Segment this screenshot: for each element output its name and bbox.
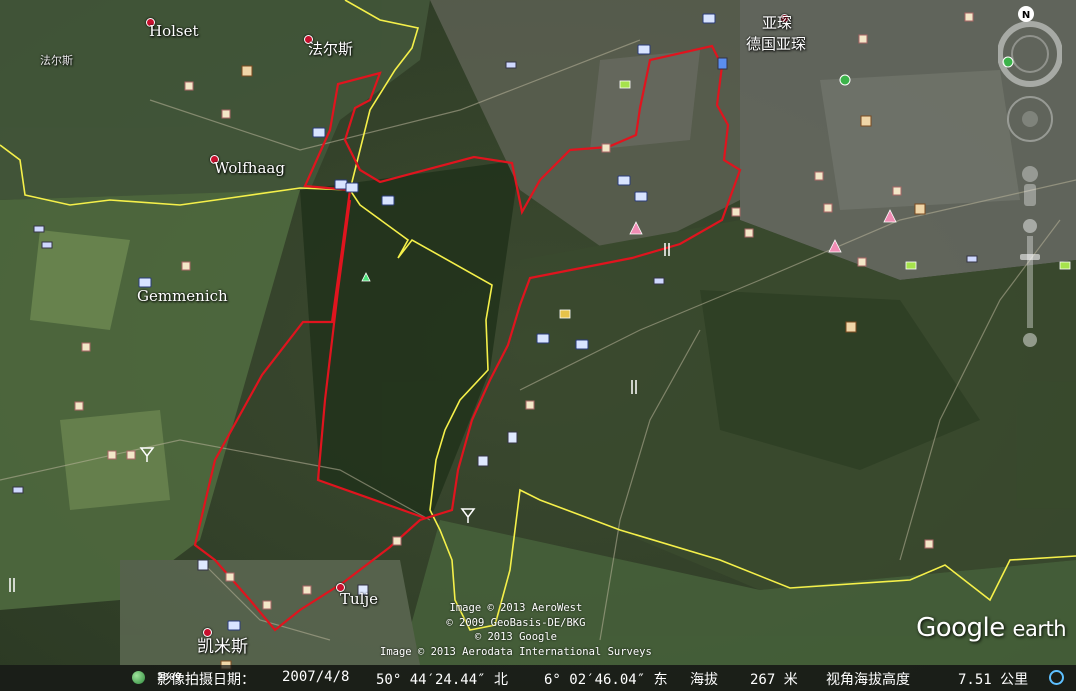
credit-line: © 2009 GeoBasis-DE/BKG xyxy=(446,616,586,629)
north-label: N xyxy=(1022,10,1030,21)
look-joystick[interactable] xyxy=(1007,96,1053,142)
credit-line: Image © 2013 AeroWest xyxy=(449,602,583,614)
logo-google: Google xyxy=(916,613,1005,643)
compass-ring[interactable] xyxy=(998,21,1062,87)
status-date-label: 影像拍摄日期： xyxy=(157,672,255,688)
label-wolfhaag[interactable]: Wolfhaag xyxy=(214,159,285,177)
streaming-indicator-icon xyxy=(1049,670,1064,685)
google-earth-logo: Google earth xyxy=(916,613,1066,643)
zoom-handle[interactable] xyxy=(1020,254,1040,260)
status-longitude: 6° 02′46.04″ 东 xyxy=(544,672,668,688)
status-elevation-label: 海拔 xyxy=(690,672,718,688)
satellite-map[interactable] xyxy=(0,0,1076,691)
label-kelmis[interactable]: 凯米斯 xyxy=(197,632,248,657)
credit-line: © 2013 Google xyxy=(474,631,557,643)
status-elevation: 267 米 xyxy=(750,672,798,688)
north-indicator[interactable]: N xyxy=(1018,6,1034,22)
status-latitude: 50° 44′24.44″ 北 xyxy=(376,672,509,688)
label-vaals-small: 法尔斯 xyxy=(40,54,73,67)
status-date: 2007/4/8 xyxy=(282,669,350,685)
credit-line: Image © 2013 Aerodata International Surv… xyxy=(380,645,652,658)
map-view[interactable]: Holset 法尔斯 法尔斯 Wolfhaag Gemmenich 亚琛 德国亚… xyxy=(0,0,1076,691)
label-gemmenich[interactable]: Gemmenich xyxy=(137,287,228,305)
logo-earth: earth xyxy=(1012,617,1067,641)
status-bar: 2009 影像拍摄日期： 2007/4/8 50° 44′24.44″ 北 6°… xyxy=(0,665,1076,691)
navigation-controls[interactable]: N xyxy=(998,4,1062,364)
pegman-icon[interactable] xyxy=(1022,166,1038,206)
status-eye-altitude: 7.51 公里 xyxy=(958,672,1029,688)
status-eye-altitude-label: 视角海拔高度 xyxy=(826,672,910,688)
terrain-layer xyxy=(0,0,1076,665)
label-tulje[interactable]: Tulje xyxy=(340,590,378,608)
label-vaals[interactable]: 法尔斯 xyxy=(308,38,353,59)
label-aachen-1[interactable]: 亚琛 xyxy=(762,12,792,33)
label-holset[interactable]: Holset xyxy=(149,22,199,40)
imagery-credits: Image © 2013 AeroWest © 2009 GeoBasis-DE… xyxy=(380,601,652,659)
label-aachen-2[interactable]: 德国亚琛 xyxy=(746,33,806,54)
zoom-slider[interactable] xyxy=(1020,219,1040,347)
globe-icon[interactable] xyxy=(132,671,145,684)
